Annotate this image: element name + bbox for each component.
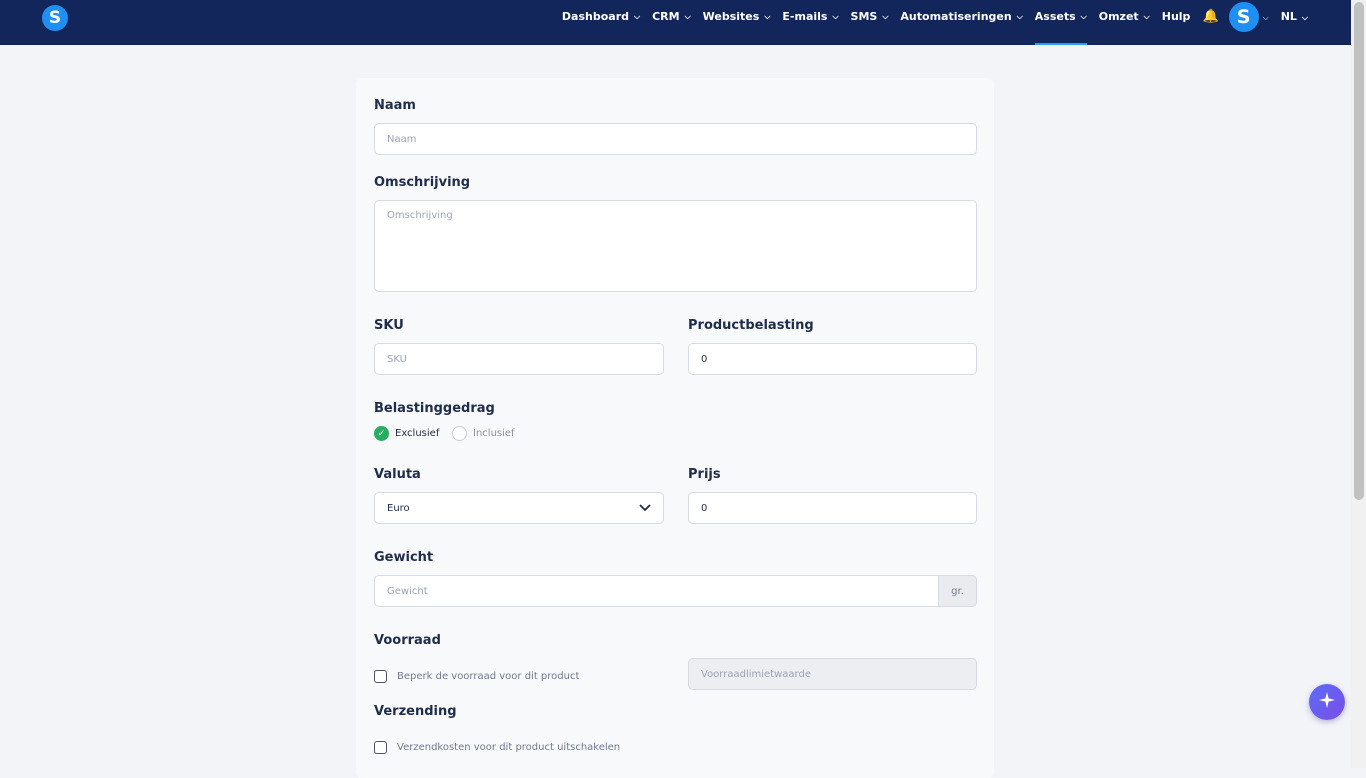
chevron-down-icon: ⌵: [1301, 13, 1308, 22]
language-selector[interactable]: NL ⌵: [1281, 0, 1308, 23]
tax-exclusive-radio[interactable]: ✓ Exclusief: [374, 426, 439, 441]
chevron-down-icon: ⌵: [634, 12, 641, 21]
chevron-down-icon[interactable]: ⌵: [1263, 0, 1269, 23]
chevron-down-icon: ⌵: [1080, 12, 1087, 21]
shipping-label: Verzending: [374, 704, 457, 719]
description-textarea[interactable]: [374, 200, 977, 292]
nav-item-label: Automatiseringen: [900, 10, 1012, 23]
radio-label: Exclusief: [395, 428, 440, 439]
bell-icon[interactable]: 🔔: [1202, 0, 1218, 24]
nav-item-hulp[interactable]: Hulp: [1162, 0, 1191, 45]
check-icon: ✓: [374, 426, 389, 441]
nav-item-label: E-mails: [782, 10, 828, 23]
chevron-down-icon: ⌵: [764, 12, 771, 21]
sku-input[interactable]: [374, 343, 664, 375]
chevron-down-icon: ⌵: [1016, 12, 1023, 21]
top-navigation-bar: S Dashboard ⌵ CRM ⌵ Websites ⌵ E-mails ⌵ SMS…: [0, 0, 1366, 45]
weight-label: Gewicht: [374, 550, 434, 565]
nav-item-label: Dashboard: [561, 10, 629, 23]
checkbox-label: Beperk de voorraad voor dit product: [397, 671, 580, 682]
sku-label: SKU: [374, 318, 404, 333]
avatar[interactable]: S: [1228, 2, 1259, 32]
nav-item-label: Websites: [702, 10, 760, 23]
disable-shipping-checkbox[interactable]: Verzendkosten voor dit product uitschake…: [374, 741, 620, 754]
sparkle-icon: [1318, 691, 1336, 713]
tax-inclusive-radio[interactable]: Inclusief: [452, 426, 515, 441]
price-label: Prijs: [688, 467, 721, 482]
chevron-down-icon: ⌵: [684, 12, 691, 21]
radio-circle-icon: [452, 426, 467, 441]
product-tax-input[interactable]: [688, 343, 977, 375]
nav-item-crm[interactable]: CRM ⌵: [652, 0, 691, 45]
product-form-card: Naam Omschrijving SKU Productbelasting B…: [356, 78, 994, 778]
nav-item-label: CRM: [652, 10, 680, 23]
ai-assistant-button[interactable]: [1309, 684, 1345, 720]
page-scrollbar[interactable]: [1351, 0, 1366, 768]
description-label: Omschrijving: [374, 175, 471, 190]
stock-limit-input: [688, 658, 977, 690]
main-navigation: Dashboard ⌵ CRM ⌵ Websites ⌵ E-mails ⌵ SMS ⌵ …: [562, 0, 1308, 45]
nav-item-websites[interactable]: Websites ⌵: [703, 0, 771, 45]
checkbox-box: [374, 741, 387, 754]
checkbox-box: [374, 670, 387, 683]
currency-label: Valuta: [374, 467, 421, 482]
language-label: NL: [1280, 10, 1297, 23]
nav-item-label: SMS: [850, 10, 878, 23]
limit-stock-checkbox[interactable]: Beperk de voorraad voor dit product: [374, 670, 579, 683]
nav-item-dashboard[interactable]: Dashboard ⌵: [562, 0, 640, 45]
nav-item-label: Hulp: [1161, 10, 1191, 23]
chevron-down-icon: ⌵: [1143, 12, 1150, 21]
chevron-down-icon: ⌵: [832, 12, 839, 21]
price-input[interactable]: [688, 492, 977, 524]
radio-label: Inclusief: [473, 428, 515, 439]
scrollbar-thumb[interactable]: [1354, 2, 1364, 500]
chevron-down-icon: ⌵: [882, 12, 889, 21]
checkbox-label: Verzendkosten voor dit product uitschake…: [397, 742, 621, 753]
currency-select[interactable]: Euro: [374, 492, 664, 524]
product-tax-label: Productbelasting: [688, 318, 814, 333]
tax-behavior-label: Belastinggedrag: [374, 401, 495, 416]
nav-item-automatiseringen[interactable]: Automatiseringen ⌵: [900, 0, 1022, 45]
name-label: Naam: [374, 98, 416, 113]
nav-item-emails[interactable]: E-mails ⌵: [782, 0, 838, 45]
nav-item-label: Omzet: [1098, 10, 1139, 23]
app-logo[interactable]: S: [42, 5, 68, 31]
weight-input[interactable]: [374, 575, 940, 607]
weight-unit-addon: gr.: [938, 575, 977, 607]
name-input[interactable]: [374, 123, 977, 155]
nav-item-omzet[interactable]: Omzet ⌵: [1099, 0, 1150, 45]
currency-value: Euro: [387, 502, 410, 514]
nav-item-sms[interactable]: SMS ⌵: [851, 0, 889, 45]
nav-item-assets[interactable]: Assets ⌵: [1034, 0, 1087, 45]
stock-label: Voorraad: [374, 633, 441, 648]
nav-item-label: Assets: [1034, 10, 1076, 23]
chevron-down-icon: [639, 501, 651, 515]
